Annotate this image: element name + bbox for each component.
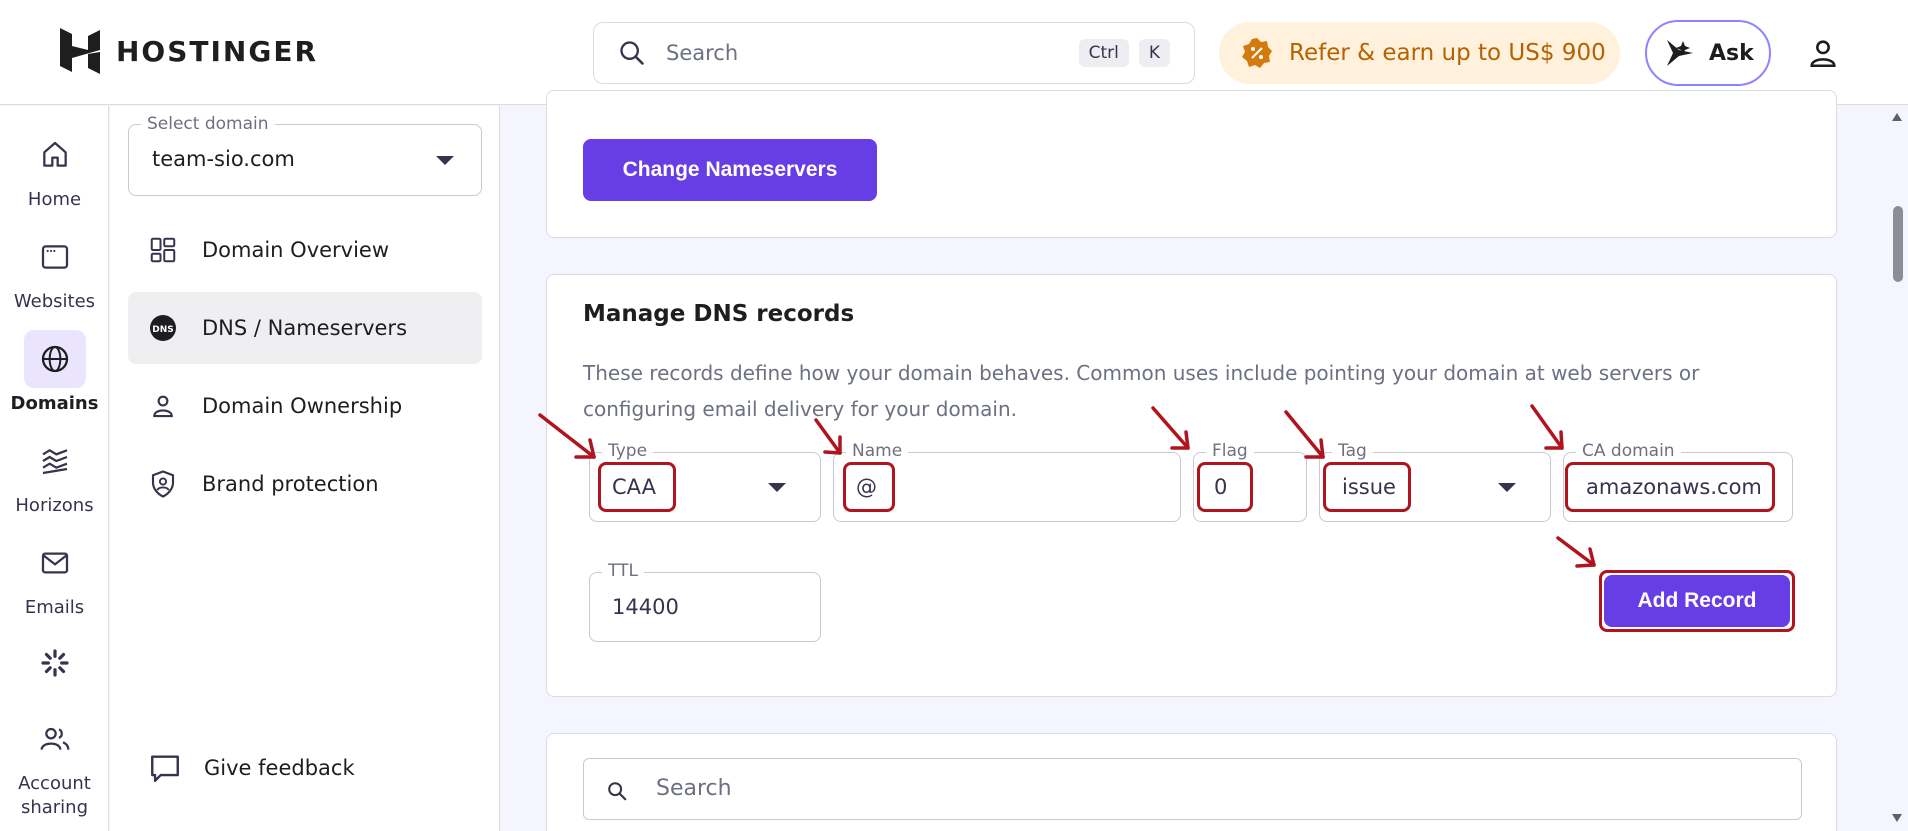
search-icon: [608, 782, 627, 801]
scroll-down-icon[interactable]: [1891, 813, 1903, 823]
records-search-input[interactable]: Search: [583, 758, 1802, 820]
arrow-add-record: [1556, 536, 1596, 567]
main-scrollbar[interactable]: [1886, 106, 1908, 831]
arrow-ca-domain: [1530, 404, 1564, 450]
arrow-name: [814, 418, 842, 455]
arrow-flag: [1151, 406, 1190, 450]
scrollbar-thumb[interactable]: [1893, 206, 1903, 282]
scroll-up-icon[interactable]: [1891, 112, 1903, 122]
annotation-arrows: [538, 404, 1596, 568]
records-card: Search: [546, 733, 1837, 831]
arrow-type: [538, 413, 596, 459]
records-search-placeholder: Search: [656, 776, 732, 801]
arrow-tag: [1284, 410, 1325, 459]
